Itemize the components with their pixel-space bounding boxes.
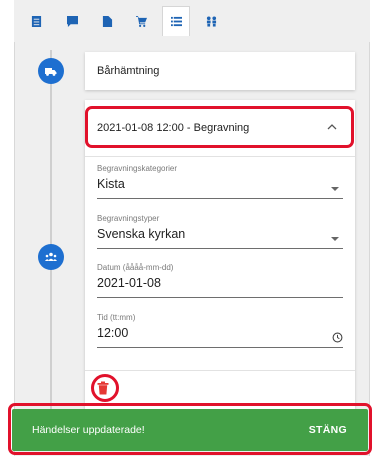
- cart-icon: [135, 15, 147, 27]
- divider: [85, 370, 355, 371]
- timeline-dot-transport: [38, 58, 64, 84]
- chevron-up-icon[interactable]: [327, 122, 337, 132]
- type-select[interactable]: Begravningstyper Svenska kyrkan: [97, 214, 343, 249]
- divider: [85, 156, 355, 157]
- list-doc-icon: [31, 15, 41, 27]
- time-field[interactable]: Tid (tt:mm) 12:00: [97, 313, 343, 348]
- people-icon: [206, 15, 216, 27]
- trash-icon[interactable]: [96, 381, 110, 395]
- truck-icon: [45, 68, 57, 76]
- tab-contacts[interactable]: [197, 7, 225, 35]
- field-label: Begravningstyper: [97, 214, 160, 223]
- comment-icon: [66, 15, 78, 27]
- category-select[interactable]: Begravningskategorier Kista: [97, 164, 343, 199]
- field-value: Svenska kyrkan: [97, 227, 186, 241]
- dropdown-caret-icon: [331, 187, 339, 191]
- snackbar: Händelser uppdaterade! STÄNG: [12, 409, 368, 451]
- snackbar-close-button[interactable]: STÄNG: [309, 424, 347, 436]
- timeline-line: [50, 50, 52, 410]
- tab-comments[interactable]: [58, 7, 86, 35]
- tab-documents[interactable]: [93, 7, 121, 35]
- tab-events[interactable]: [162, 6, 190, 36]
- group-icon: [45, 252, 57, 261]
- timeline-dot-funeral: [38, 244, 64, 270]
- tab-cart[interactable]: [127, 7, 155, 35]
- field-value: Kista: [97, 177, 125, 191]
- list-icon: [170, 16, 182, 27]
- field-label: Datum (åååå-mm-dd): [97, 263, 174, 272]
- event-title: Bårhämtning: [97, 65, 160, 77]
- dropdown-caret-icon: [331, 237, 339, 241]
- field-label: Begravningskategorier: [97, 164, 178, 173]
- file-icon: [102, 15, 112, 27]
- event-card-funeral: 2021-01-08 12:00 - Begravning Begravning…: [85, 100, 355, 410]
- event-card-transport[interactable]: Bårhämtning: [85, 52, 355, 90]
- field-value: 12:00: [97, 326, 129, 340]
- tab-bar: [14, 0, 370, 42]
- clock-icon[interactable]: [332, 332, 343, 343]
- field-label: Tid (tt:mm): [97, 313, 136, 322]
- event-header[interactable]: 2021-01-08 12:00 - Begravning: [85, 100, 355, 156]
- snackbar-message: Händelser uppdaterade!: [32, 424, 145, 436]
- event-title: 2021-01-08 12:00 - Begravning: [97, 122, 250, 134]
- tab-notes[interactable]: [22, 7, 50, 35]
- field-value: 2021-01-08: [97, 276, 161, 290]
- date-field[interactable]: Datum (åååå-mm-dd) 2021-01-08: [97, 263, 343, 298]
